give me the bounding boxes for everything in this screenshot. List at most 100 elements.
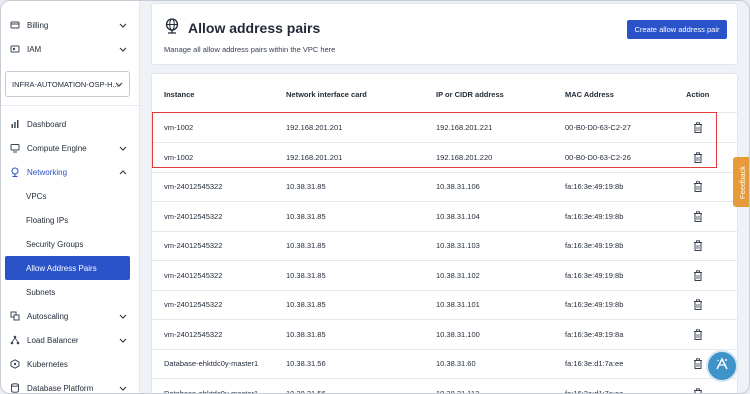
trash-icon[interactable] <box>693 387 703 393</box>
sidebar-item-database-platform[interactable]: Database Platform <box>1 376 139 393</box>
page-subtitle: Manage all allow address pairs within th… <box>164 45 336 54</box>
chevron-down-icon <box>118 23 128 28</box>
globe-icon <box>164 18 180 34</box>
feedback-tab[interactable]: Feedback <box>733 157 749 207</box>
cell-nic: 192.168.201.201 <box>286 152 343 162</box>
app-window: Billing IAM INFRA-AUTOMATION-OSP-H... Da… <box>0 0 750 394</box>
dashboard-icon <box>9 118 21 130</box>
cell-instance: vm-24012545322 <box>164 329 223 339</box>
column-header-ip[interactable]: IP or CIDR address <box>436 90 504 99</box>
cell-nic: 10.38.31.85 <box>286 270 326 280</box>
address-pairs-table: Instance Network interface card IP or CI… <box>151 73 738 394</box>
table-row: Database-ehktdc0y-master1 10.38.31.56 10.3… <box>152 349 737 379</box>
chat-assistant-button[interactable] <box>706 350 738 382</box>
table-row: vm-1002 192.168.201.201 192.168.201.221 00-… <box>152 113 737 143</box>
table-row: vm-24012545322 10.38.31.85 10.38.31.103 fa:… <box>152 231 737 261</box>
cell-mac: fa:16:3e:49:19:8b <box>565 182 624 191</box>
sidebar-subitem-subnets[interactable]: Subnets <box>5 280 130 304</box>
cell-nic: 10.38.31.85 <box>286 241 326 250</box>
cell-instance: vm-1002 <box>164 152 194 162</box>
sidebar-item-label: Load Balancer <box>27 335 79 345</box>
cell-mac: fa:16:3e:49:19:8b <box>565 211 624 221</box>
sidebar-item-label: Autoscaling <box>27 311 69 321</box>
sidebar-item-label: Billing <box>27 20 49 30</box>
column-header-nic[interactable]: Network interface card <box>286 90 367 99</box>
cell-ip: 10.38.31.112 <box>436 388 480 394</box>
assistant-icon <box>714 356 730 377</box>
cell-mac: 00-B0-D0-63-C2-26 <box>565 152 631 162</box>
sidebar-subitem-security-groups[interactable]: Security Groups <box>5 232 130 256</box>
sidebar-item-autoscaling[interactable]: Autoscaling <box>1 304 139 328</box>
cell-ip: 10.38.31.100 <box>436 329 480 339</box>
trash-icon[interactable] <box>693 210 703 222</box>
cell-instance: vm-24012545322 <box>164 241 223 250</box>
table-row: vm-24012545322 10.38.31.85 10.38.31.106 fa:… <box>152 172 737 202</box>
page-header: Allow address pairs Manage all allow add… <box>151 3 738 65</box>
load-balancer-icon <box>9 334 21 346</box>
table-row: vm-24012545322 10.38.31.85 10.38.31.104 fa:… <box>152 202 737 232</box>
cell-nic: 10.38.31.85 <box>286 300 326 309</box>
sidebar-subitem-floating-ips[interactable]: Floating IPs <box>5 208 130 232</box>
cell-mac: fa:16:3e:49:19:8a <box>565 329 624 339</box>
trash-icon[interactable] <box>693 121 703 133</box>
sidebar-divider <box>1 105 139 106</box>
sidebar-item-kubernetes[interactable]: Kubernetes <box>1 352 139 376</box>
trash-icon[interactable] <box>693 239 703 251</box>
sidebar-item-dashboard[interactable]: Dashboard <box>1 112 139 136</box>
cell-instance: vm-24012545322 <box>164 182 223 191</box>
cell-ip: 192.168.201.221 <box>436 123 493 132</box>
project-select-value: INFRA-AUTOMATION-OSP-H... <box>12 79 119 89</box>
trash-icon[interactable] <box>693 269 703 281</box>
project-select[interactable]: INFRA-AUTOMATION-OSP-H... <box>5 71 130 97</box>
cell-ip: 10.38.31.101 <box>436 300 480 309</box>
create-allow-address-pair-button[interactable]: Create allow address pair <box>627 20 727 39</box>
cell-mac: 00-B0-D0-63-C2-27 <box>565 123 631 132</box>
cell-instance: vm-24012545322 <box>164 211 223 221</box>
page-title: Allow address pairs <box>188 20 321 36</box>
cell-nic: 10.38.31.56 <box>286 388 326 394</box>
cell-nic: 10.38.31.85 <box>286 211 326 221</box>
cell-instance: vm-24012545322 <box>164 300 223 309</box>
cell-nic: 10.38.31.56 <box>286 359 326 368</box>
trash-icon[interactable] <box>693 298 703 310</box>
database-icon <box>9 382 21 393</box>
chevron-up-icon <box>118 169 128 175</box>
trash-icon[interactable] <box>693 151 703 163</box>
sidebar-item-label: Database Platform <box>27 383 94 393</box>
column-header-instance[interactable]: Instance <box>164 90 194 99</box>
cell-instance: vm-24012545322 <box>164 270 223 280</box>
sidebar-subitem-allow-address-pairs[interactable]: Allow Address Pairs <box>5 256 130 280</box>
sidebar-item-label: Kubernetes <box>27 359 68 369</box>
sidebar-item-label: Networking <box>27 167 68 177</box>
table-row: vm-1002 192.168.201.201 192.168.201.220 00-… <box>152 143 737 173</box>
trash-icon[interactable] <box>693 328 703 340</box>
table-header-divider <box>152 103 737 113</box>
table-row: Database-ehktdc0y-master1 10.38.31.56 10.3… <box>152 379 737 394</box>
table-row: vm-24012545322 10.38.31.85 10.38.31.100 fa:… <box>152 320 737 350</box>
sidebar-item-load-balancer[interactable]: Load Balancer <box>1 328 139 352</box>
cell-nic: 192.168.201.201 <box>286 123 343 132</box>
cell-mac: fa:16:3e:49:19:8b <box>565 300 624 309</box>
trash-icon[interactable] <box>693 180 703 192</box>
sidebar: Billing IAM INFRA-AUTOMATION-OSP-H... Da… <box>1 1 140 393</box>
sidebar-item-label: Compute Engine <box>27 143 87 153</box>
chevron-down-icon <box>118 338 128 343</box>
iam-icon <box>9 43 21 55</box>
cell-nic: 10.38.31.85 <box>286 182 326 191</box>
cell-instance: Database-ehktdc0y-master1 <box>164 359 259 368</box>
column-header-action: Action <box>686 90 710 99</box>
sidebar-item-compute-engine[interactable]: Compute Engine <box>1 136 139 160</box>
column-header-mac[interactable]: MAC Address <box>565 90 614 99</box>
trash-icon[interactable] <box>693 357 703 369</box>
sidebar-subitem-vpcs[interactable]: VPCs <box>5 184 130 208</box>
billing-icon <box>9 19 21 31</box>
chevron-down-icon <box>118 386 128 391</box>
cell-ip: 10.38.31.102 <box>436 270 480 280</box>
sidebar-item-label: IAM <box>27 44 42 54</box>
cell-ip: 10.38.31.104 <box>436 211 480 221</box>
cell-instance: Database-ehktdc0y-master1 <box>164 388 259 394</box>
sidebar-item-billing[interactable]: Billing <box>1 13 139 37</box>
sidebar-item-networking[interactable]: Networking <box>1 160 139 184</box>
sidebar-item-iam[interactable]: IAM <box>1 37 139 61</box>
chevron-down-icon <box>118 146 128 151</box>
